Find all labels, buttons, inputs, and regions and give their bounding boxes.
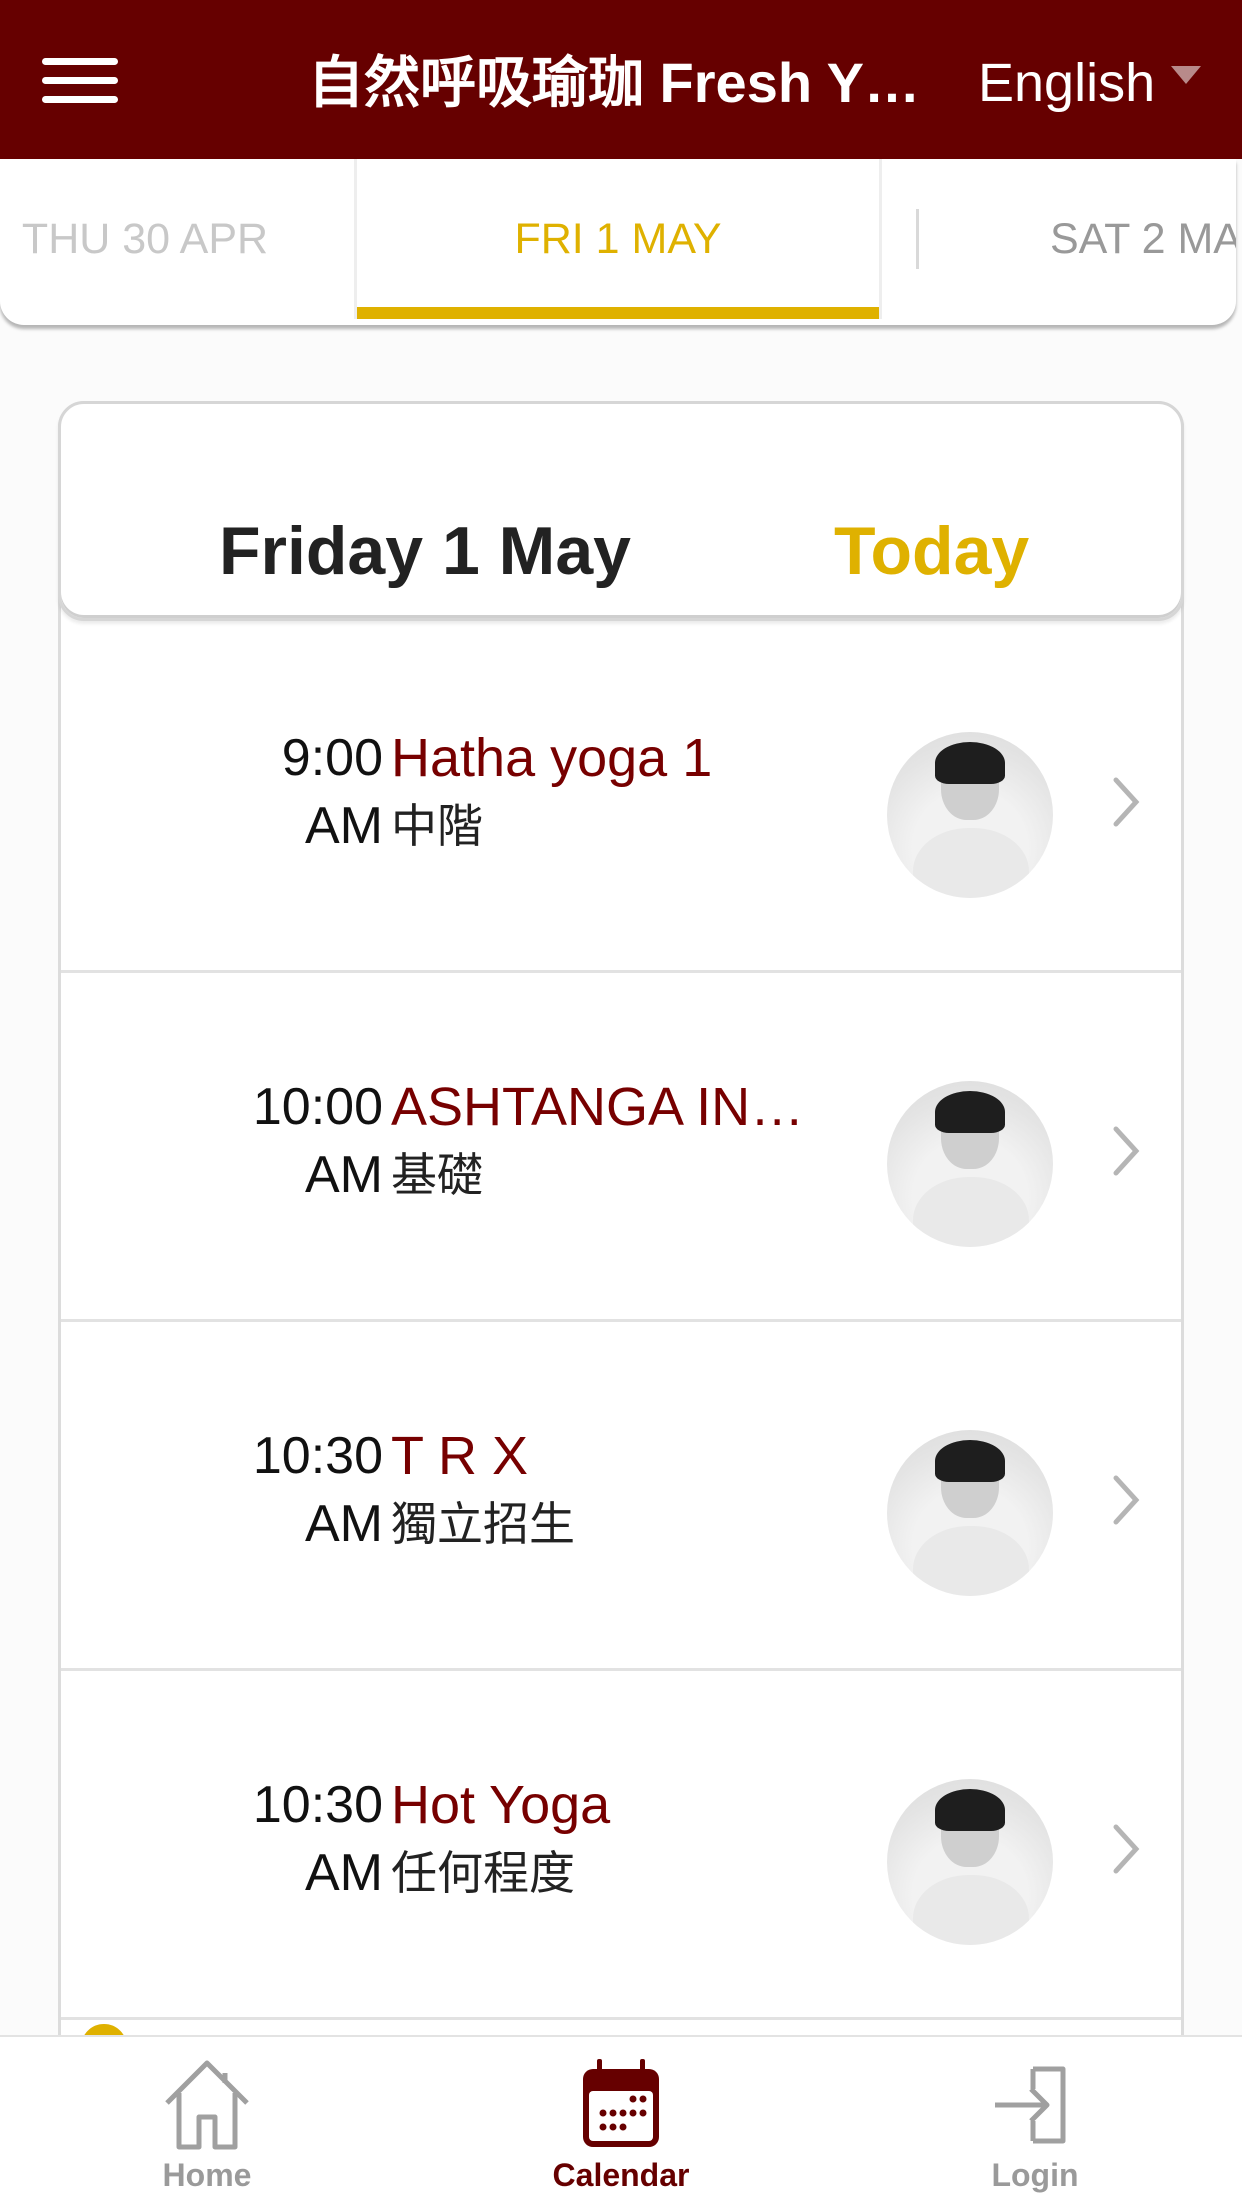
nav-login[interactable]: Login xyxy=(828,2037,1242,2208)
hamburger-icon-bar xyxy=(42,96,118,103)
class-level: 中階 xyxy=(391,800,483,852)
avatar-hair xyxy=(935,742,1005,784)
avatar-hair xyxy=(935,1789,1005,1831)
calendar-icon xyxy=(583,2059,659,2147)
date-tab-previous[interactable]: THU 30 APR xyxy=(0,159,350,319)
chevron-right-icon xyxy=(1113,1126,1140,1176)
class-name: Hot Yoga xyxy=(391,1775,611,1835)
class-time-period: AM xyxy=(305,1146,383,1204)
nav-calendar[interactable]: Calendar xyxy=(414,2037,828,2208)
class-time: 10:30 AM xyxy=(253,1422,383,1558)
class-info: ASHTANGA IN… 基礎 xyxy=(391,1073,891,1209)
instructor-avatar xyxy=(887,1430,1053,1596)
class-list-item[interactable]: 10:30 AM Hot Yoga 任何程度 xyxy=(61,1671,1181,2020)
tab-divider xyxy=(916,209,919,269)
chevron-right-icon xyxy=(1113,777,1140,827)
instructor-avatar xyxy=(887,732,1053,898)
date-tab-bar: THU 30 APR FRI 1 MAY SAT 2 MA xyxy=(0,159,1236,325)
app-header: 自然呼吸瑜珈 Fresh Y… English xyxy=(0,0,1242,159)
class-time-period: AM xyxy=(305,1495,383,1553)
day-header: Friday 1 May Today xyxy=(58,401,1184,621)
today-button[interactable]: Today xyxy=(834,512,1029,590)
date-tab-label: THU 30 APR xyxy=(21,214,269,263)
caret-down-icon xyxy=(1171,66,1202,84)
class-time-value: 10:30 xyxy=(252,1776,383,1834)
class-time-value: 9:00 xyxy=(281,729,383,787)
class-time-value: 10:30 xyxy=(252,1427,383,1485)
avatar-body xyxy=(913,828,1029,898)
date-tab-label: FRI 1 MAY xyxy=(514,214,722,263)
home-icon xyxy=(165,2060,249,2150)
avatar-body xyxy=(913,1177,1029,1247)
date-tab-next[interactable]: SAT 2 MA xyxy=(1010,159,1236,319)
date-tab-active[interactable]: FRI 1 MAY xyxy=(354,159,882,319)
bottom-nav: Home Calendar Login xyxy=(0,2035,1242,2208)
nav-label: Home xyxy=(162,2157,252,2193)
active-tab-indicator xyxy=(357,307,879,319)
schedule-card: Friday 1 May Today 9:00 AM Hatha yoga 1 中階 1… xyxy=(58,401,1184,2101)
hamburger-icon-bar xyxy=(42,58,118,65)
hamburger-icon-bar xyxy=(42,77,118,84)
avatar-hair xyxy=(935,1440,1005,1482)
nav-label: Login xyxy=(991,2157,1079,2193)
chevron-right-icon xyxy=(1113,1475,1140,1525)
class-list-item[interactable]: 10:30 AM T R X 獨立招生 xyxy=(61,1322,1181,1671)
nav-home[interactable]: Home xyxy=(0,2037,414,2208)
chevron-right-icon xyxy=(1113,1824,1140,1874)
class-level: 基礎 xyxy=(391,1149,483,1201)
class-info: Hot Yoga 任何程度 xyxy=(391,1771,891,1907)
instructor-avatar xyxy=(887,1081,1053,1247)
class-info: T R X 獨立招生 xyxy=(391,1422,891,1558)
day-title: Friday 1 May xyxy=(219,513,631,589)
instructor-avatar xyxy=(887,1779,1053,1945)
class-name: T R X xyxy=(391,1426,529,1486)
nav-label: Calendar xyxy=(552,2157,690,2193)
class-list-item[interactable]: 9:00 AM Hatha yoga 1 中階 xyxy=(61,624,1181,973)
class-list-item[interactable]: 10:00 AM ASHTANGA IN… 基礎 xyxy=(61,973,1181,1322)
app-title: 自然呼吸瑜珈 Fresh Y… xyxy=(308,51,920,114)
class-name: ASHTANGA IN… xyxy=(391,1077,805,1137)
login-icon xyxy=(995,2066,1066,2144)
avatar-hair xyxy=(935,1091,1005,1133)
class-time-period: AM xyxy=(305,1844,383,1902)
class-level: 任何程度 xyxy=(391,1847,575,1899)
class-time: 10:30 AM xyxy=(253,1771,383,1907)
class-time: 10:00 AM xyxy=(253,1073,383,1209)
date-tab-label: SAT 2 MA xyxy=(1050,214,1236,263)
avatar-body xyxy=(913,1526,1029,1596)
avatar-body xyxy=(913,1875,1029,1945)
language-dropdown[interactable]: English xyxy=(978,48,1202,118)
class-name: Hatha yoga 1 xyxy=(391,728,713,788)
class-time-period: AM xyxy=(305,797,383,855)
menu-button[interactable] xyxy=(40,52,122,108)
class-time-value: 10:00 xyxy=(252,1078,383,1136)
class-level: 獨立招生 xyxy=(391,1498,575,1550)
class-time: 9:00 AM xyxy=(282,724,383,860)
language-label: English xyxy=(978,53,1156,113)
class-info: Hatha yoga 1 中階 xyxy=(391,724,891,860)
